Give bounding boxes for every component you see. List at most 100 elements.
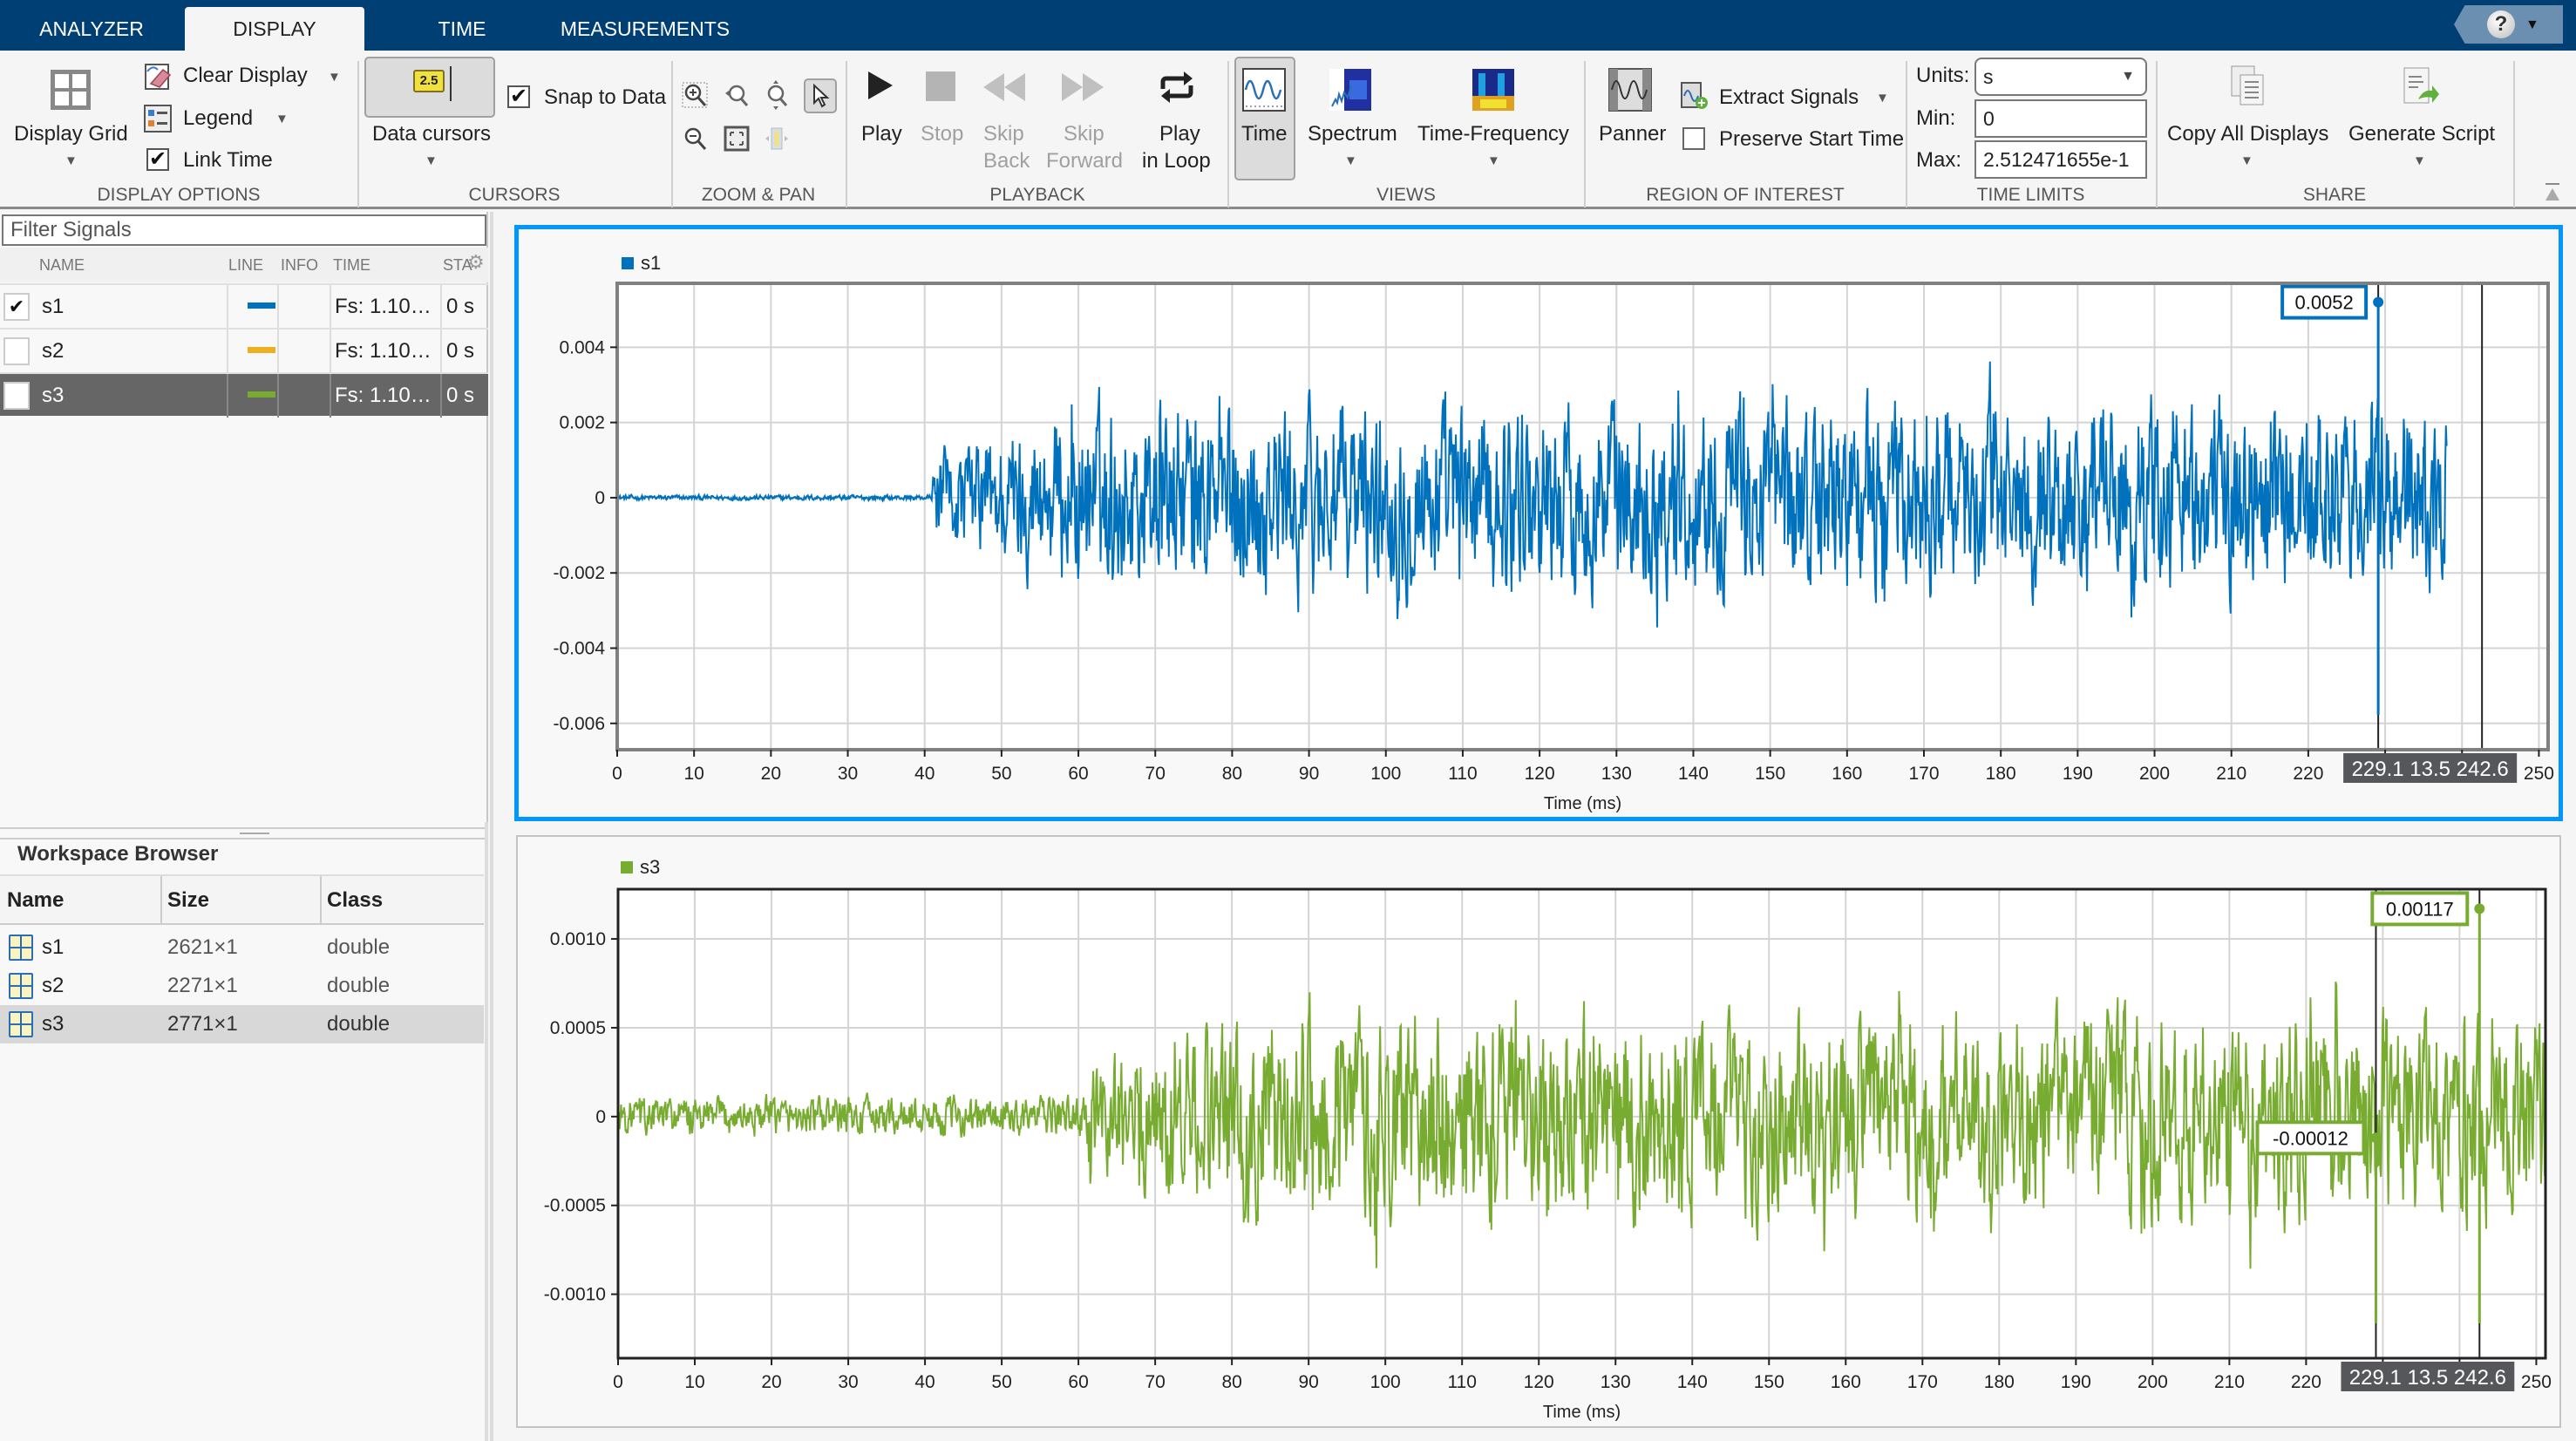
display-panel-s3[interactable]: s3 0.00117 -0.00012 0 10 20 30 40 50 60 70 80 90 100… [516,835,2561,1428]
cursor-line-icon [450,66,452,101]
preserve-start-time-check-icon [1682,127,1705,150]
caret-down-icon: ▼ [275,112,289,126]
x-tick-label: 190 [2061,1372,2091,1392]
tab-time[interactable]: TIME [384,7,540,51]
caret-down-icon: ▼ [2240,153,2253,168]
x-tick-label: 50 [991,764,1011,784]
signal-row[interactable]: ✔ s1 Fs: 1.10… 0 s [0,283,488,329]
signal-checkbox[interactable] [3,337,30,365]
display-panel-s1[interactable]: s1 0.0052 0 10 20 30 40 50 60 70 80 90 100 110 120 130… [514,225,2563,821]
variable-size: 2621×1 [167,935,238,959]
column-divider [330,374,331,418]
tab-measurements[interactable]: MEASUREMENTS [558,7,732,51]
panel-splitter[interactable] [0,827,488,829]
x-axis-label: Time (ms) [1544,794,1621,813]
column-header-info[interactable]: INFO [281,248,318,282]
max-time-input[interactable]: 2.512471655e-1 [1974,140,2147,179]
zoom-out-icon[interactable] [682,126,708,152]
pan-select-button[interactable] [804,78,837,113]
variable-class: double [327,1012,391,1036]
x-tick-label: 70 [1145,764,1166,784]
data-cursor-marker [2370,1132,2382,1144]
pointer-icon [813,84,830,108]
signal-row[interactable]: s3 Fs: 1.10… 0 s [0,372,488,418]
column-header-time[interactable]: TIME [333,248,370,282]
filter-signals-input[interactable]: Filter Signals [2,214,486,246]
signal-start: 0 s [446,295,475,318]
signal-panel: Filter Signals NAME LINE INFO TIME STA ⚙… [0,212,488,1441]
line-color-swatch[interactable] [248,347,275,353]
column-divider [277,285,279,329]
zoom-in-icon[interactable] [682,82,708,108]
splitter-grip-icon[interactable] [240,833,269,834]
x-tick-label: 30 [838,764,858,784]
collapse-toolstrip-icon[interactable] [2544,181,2561,202]
gear-icon[interactable]: ⚙ [467,251,485,274]
column-divider [330,285,331,329]
panner-zoom-icon[interactable] [764,126,790,152]
column-divider [440,285,442,329]
section-time-limits: TIME LIMITS [1976,185,2085,205]
eraser-icon [145,64,172,90]
signal-row[interactable]: s2 Fs: 1.10… 0 s [0,328,488,373]
tab-display[interactable]: DISPLAY [185,7,364,51]
caret-down-icon: ▼ [1876,91,1889,105]
column-divider [440,374,442,418]
column-header-name[interactable]: NAME [39,248,85,282]
x-tick-label: 250 [2521,1372,2552,1392]
chart-s1[interactable]: 0.0052 0 10 20 30 40 50 60 70 80 90 100 110 120 130 140… [519,229,2559,817]
fit-to-view-icon[interactable] [724,126,750,152]
section-share: SHARE [2302,185,2367,205]
column-divider [160,876,162,925]
signal-name: s1 [42,295,65,318]
signal-checkbox[interactable]: ✔ [3,293,30,321]
preserve-start-time-label: Preserve Start Time [1719,127,1905,151]
x-tick-label: 100 [1370,1372,1401,1392]
variable-size: 2271×1 [167,974,238,997]
units-dropdown[interactable]: s ▼ [1974,58,2147,96]
vertical-scrollbar[interactable] [485,822,488,1441]
column-header-size[interactable]: Size [167,876,209,925]
workspace-row[interactable]: s3 2771×1 double [0,1005,484,1043]
column-header-class[interactable]: Class [327,876,383,925]
x-tick-label: 90 [1299,764,1319,784]
x-tick-label: 200 [2138,1372,2168,1392]
y-tick-label: -0.004 [553,639,605,659]
line-color-swatch[interactable] [248,302,275,309]
signal-name: s3 [42,384,65,407]
generate-script-label: Generate Script [2348,122,2496,146]
caret-down-icon: ▼ [2413,153,2426,168]
column-header-name[interactable]: Name [7,876,64,925]
min-time-input[interactable]: 0 [1974,99,2147,138]
panel-resize-handle[interactable] [490,212,493,1441]
chart-s3[interactable]: 0.00117 -0.00012 0 10 20 30 40 50 60 70 80 90 100 110… [518,837,2559,1426]
variable-size: 2771×1 [167,1012,238,1036]
generate-script-icon [2403,67,2439,104]
skip-forward-label-1: Skip [1064,122,1104,146]
help-button[interactable]: ? ▼ [2454,5,2563,44]
workspace-row[interactable]: s1 2621×1 double [0,928,484,967]
tab-analyzer[interactable]: ANALYZER [17,7,166,51]
units-label: Units: [1916,64,1970,87]
caret-down-icon: ▼ [1487,153,1500,168]
x-tick-label: 60 [1068,764,1088,784]
x-tick-label: 60 [1068,1372,1088,1392]
x-tick-label: 90 [1298,1372,1318,1392]
signal-checkbox[interactable] [3,382,30,410]
x-tick-label: 20 [761,764,781,784]
skip-back-icon [983,73,1025,101]
variable-name: s1 [42,935,65,959]
x-tick-label: 200 [2139,764,2170,784]
zoom-y-icon[interactable] [764,80,790,110]
column-header-line[interactable]: LINE [228,248,263,282]
legend-icon [144,105,172,133]
line-color-swatch[interactable] [248,391,275,398]
copy-icon [2231,65,2264,105]
clear-display-label: Clear Display [183,64,308,87]
workspace-row[interactable]: s2 2271×1 double [0,967,484,1005]
section-views: VIEWS [1376,185,1436,205]
zoom-x-icon[interactable] [724,82,750,108]
skip-back-label-1: Skip [983,122,1024,146]
y-tick-label: 0.0005 [550,1018,606,1038]
x-tick-label: 0 [613,1372,623,1392]
